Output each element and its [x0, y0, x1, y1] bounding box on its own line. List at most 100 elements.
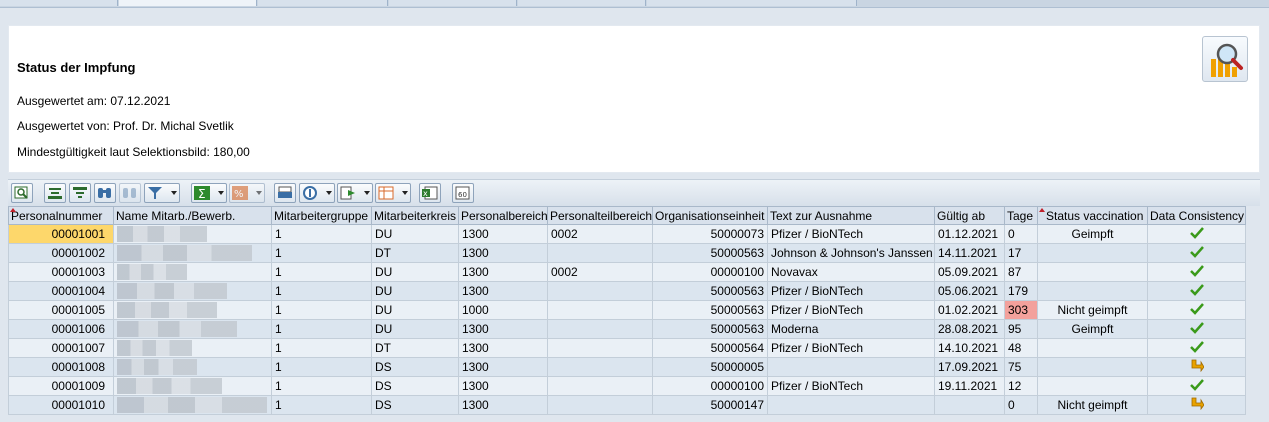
tage-cell[interactable]: 87: [1004, 262, 1038, 282]
column-header-status-vaccination[interactable]: Status vaccination: [1037, 206, 1148, 225]
text-ausnahme-cell[interactable]: Johnson & Johnson's Janssen: [767, 243, 935, 263]
personalteilbereich-cell[interactable]: [547, 300, 653, 320]
mitarbeitergruppe-cell[interactable]: 1: [271, 338, 372, 358]
data-consistency-cell[interactable]: [1147, 395, 1246, 415]
mitarbeitergruppe-cell[interactable]: 1: [271, 319, 372, 339]
name-cell[interactable]: [113, 376, 272, 396]
gueltig-ab-cell[interactable]: 01.02.2021: [934, 300, 1005, 320]
data-consistency-cell[interactable]: [1147, 262, 1246, 282]
details-button[interactable]: [11, 183, 33, 203]
name-cell[interactable]: [113, 300, 272, 320]
data-consistency-cell[interactable]: [1147, 243, 1246, 263]
data-consistency-cell[interactable]: [1147, 338, 1246, 358]
status-vaccination-cell[interactable]: Geimpft: [1037, 224, 1148, 244]
status-vaccination-cell[interactable]: Nicht geimpft: [1037, 300, 1148, 320]
mitarbeitergruppe-cell[interactable]: 1: [271, 243, 372, 263]
personalteilbereich-cell[interactable]: 0002: [547, 224, 653, 244]
status-vaccination-cell[interactable]: [1037, 357, 1148, 377]
table-row[interactable]: 00001001 1 DU 1300 0002 50000073 Pfizer / BioN…: [8, 224, 1246, 244]
gueltig-ab-cell[interactable]: 05.09.2021: [934, 262, 1005, 282]
organisationseinheit-cell[interactable]: 50000073: [652, 224, 768, 244]
personalteilbereich-cell[interactable]: [547, 281, 653, 301]
column-header-mitarbeitergruppe[interactable]: Mitarbeitergruppe: [271, 206, 372, 225]
name-cell[interactable]: [113, 395, 272, 415]
tage-cell[interactable]: 303: [1004, 300, 1038, 320]
data-consistency-cell[interactable]: [1147, 300, 1246, 320]
status-vaccination-cell[interactable]: Nicht geimpft: [1037, 395, 1148, 415]
name-cell[interactable]: [113, 262, 272, 282]
data-consistency-cell[interactable]: [1147, 224, 1246, 244]
sort-ascending-button[interactable]: [44, 183, 66, 203]
column-header-personalbereich[interactable]: Personalbereich: [458, 206, 548, 225]
name-cell[interactable]: [113, 338, 272, 358]
gueltig-ab-cell[interactable]: 01.12.2021: [934, 224, 1005, 244]
mitarbeitergruppe-cell[interactable]: 1: [271, 300, 372, 320]
text-ausnahme-cell[interactable]: Pfizer / BioNTech: [767, 338, 935, 358]
find-next-button[interactable]: [119, 183, 141, 203]
status-vaccination-cell[interactable]: [1037, 281, 1148, 301]
gueltig-ab-cell[interactable]: 05.06.2021: [934, 281, 1005, 301]
views-button[interactable]: [299, 183, 335, 203]
print-preview-button[interactable]: [274, 183, 296, 203]
tab-2[interactable]: [119, 0, 257, 6]
mitarbeiterkreis-cell[interactable]: DU: [371, 281, 459, 301]
data-consistency-cell[interactable]: [1147, 281, 1246, 301]
mitarbeitergruppe-cell[interactable]: 1: [271, 281, 372, 301]
data-consistency-cell[interactable]: [1147, 357, 1246, 377]
text-ausnahme-cell[interactable]: Moderna: [767, 319, 935, 339]
export-button[interactable]: [337, 183, 373, 203]
data-consistency-cell[interactable]: [1147, 376, 1246, 396]
sum-button[interactable]: Σ: [191, 183, 227, 203]
personalbereich-cell[interactable]: 1300: [458, 262, 548, 282]
personalbereich-cell[interactable]: 1300: [458, 224, 548, 244]
organisationseinheit-cell[interactable]: 50000564: [652, 338, 768, 358]
table-row[interactable]: 00001003 1 DU 1300 0002 00000100 Novavax 05.09.…: [8, 262, 1246, 282]
excel-button[interactable]: x: [419, 183, 441, 203]
personalnummer-cell[interactable]: 00001006: [8, 319, 114, 339]
table-row[interactable]: 00001010 1 DS 1300 50000147 0 Nicht geimpft: [8, 395, 1246, 415]
name-cell[interactable]: [113, 357, 272, 377]
subtotal-button[interactable]: %: [229, 183, 265, 203]
mitarbeiterkreis-cell[interactable]: DS: [371, 376, 459, 396]
sort-descending-button[interactable]: [69, 183, 91, 203]
column-header-gueltig-ab[interactable]: Gültig ab: [934, 206, 1005, 225]
personalbereich-cell[interactable]: 1300: [458, 395, 548, 415]
organisationseinheit-cell[interactable]: 00000100: [652, 376, 768, 396]
table-row[interactable]: 00001006 1 DU 1300 50000563 Moderna 28.08.2021…: [8, 319, 1246, 339]
personalteilbereich-cell[interactable]: [547, 338, 653, 358]
personalbereich-cell[interactable]: 1300: [458, 376, 548, 396]
data-consistency-cell[interactable]: [1147, 319, 1246, 339]
organisationseinheit-cell[interactable]: 50000563: [652, 243, 768, 263]
mitarbeitergruppe-cell[interactable]: 1: [271, 395, 372, 415]
personalteilbereich-cell[interactable]: [547, 243, 653, 263]
mitarbeiterkreis-cell[interactable]: DU: [371, 224, 459, 244]
gueltig-ab-cell[interactable]: 17.09.2021: [934, 357, 1005, 377]
organisationseinheit-cell[interactable]: 00000100: [652, 262, 768, 282]
text-ausnahme-cell[interactable]: Pfizer / BioNTech: [767, 281, 935, 301]
mitarbeiterkreis-cell[interactable]: DU: [371, 262, 459, 282]
personalnummer-cell[interactable]: 00001004: [8, 281, 114, 301]
personalbereich-cell[interactable]: 1300: [458, 357, 548, 377]
status-vaccination-cell[interactable]: [1037, 262, 1148, 282]
personalnummer-cell[interactable]: 00001002: [8, 243, 114, 263]
abc-analysis-button[interactable]: 60: [452, 183, 474, 203]
mitarbeitergruppe-cell[interactable]: 1: [271, 357, 372, 377]
filter-button[interactable]: [144, 183, 180, 203]
column-header-personalteilbereich[interactable]: Personalteilbereich: [547, 206, 653, 225]
tage-cell[interactable]: 179: [1004, 281, 1038, 301]
status-vaccination-cell[interactable]: Geimpft: [1037, 319, 1148, 339]
personalnummer-cell[interactable]: 00001008: [8, 357, 114, 377]
table-row[interactable]: 00001004 1 DU 1300 50000563 Pfizer / BioNTech…: [8, 281, 1246, 301]
personalnummer-cell[interactable]: 00001005: [8, 300, 114, 320]
status-vaccination-cell[interactable]: [1037, 243, 1148, 263]
mitarbeitergruppe-cell[interactable]: 1: [271, 376, 372, 396]
mitarbeiterkreis-cell[interactable]: DS: [371, 357, 459, 377]
personalteilbereich-cell[interactable]: [547, 376, 653, 396]
table-row[interactable]: 00001007 1 DT 1300 50000564 Pfizer / BioNTech…: [8, 338, 1246, 358]
column-header-text-ausnahme[interactable]: Text zur Ausnahme: [767, 206, 935, 225]
tage-cell[interactable]: 0: [1004, 395, 1038, 415]
gueltig-ab-cell[interactable]: 14.10.2021: [934, 338, 1005, 358]
text-ausnahme-cell[interactable]: Pfizer / BioNTech: [767, 224, 935, 244]
personalteilbereich-cell[interactable]: [547, 319, 653, 339]
layout-button[interactable]: [375, 183, 411, 203]
